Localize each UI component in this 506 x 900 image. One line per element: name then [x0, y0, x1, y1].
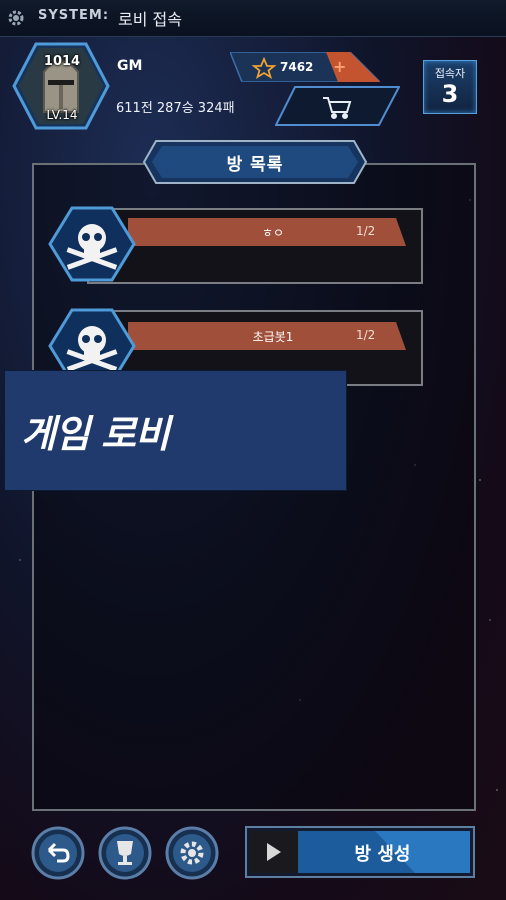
room-player-count: 1/2: [356, 224, 376, 238]
room-list-title: 방 목록: [226, 155, 284, 175]
online-users-box: 접속자 3: [423, 60, 477, 114]
room-name: 초급봇1: [252, 330, 294, 344]
coin-amount: 7462: [280, 60, 314, 74]
online-users-count: 3: [441, 80, 459, 108]
shop-cart-button[interactable]: [275, 86, 400, 126]
system-message: 로비 접속: [118, 10, 182, 29]
player-name: GM: [117, 58, 143, 74]
create-room-label: 방 생성: [354, 844, 411, 865]
overlay-caption: 게임 로비: [21, 412, 170, 456]
room-item[interactable]: ㅎㅇ 1/2: [48, 206, 424, 284]
player-rating: 1014: [43, 54, 81, 69]
ranking-button[interactable]: [98, 826, 152, 880]
room-name: ㅎㅇ: [261, 226, 285, 240]
player-record: 611전 287승 324패: [116, 101, 235, 116]
system-bar: SYSTEM: 로비 접속: [0, 0, 506, 37]
add-coins-button[interactable]: +: [333, 57, 346, 76]
settings-button[interactable]: [165, 826, 219, 880]
overlay-caption-box: 게임 로비: [4, 370, 347, 491]
gear-icon: [8, 10, 24, 26]
player-level: LV.14: [46, 108, 78, 122]
online-users-label: 접속자: [434, 67, 466, 80]
system-label: SYSTEM:: [38, 8, 110, 23]
back-button[interactable]: [31, 826, 85, 880]
room-player-count: 1/2: [356, 328, 376, 342]
